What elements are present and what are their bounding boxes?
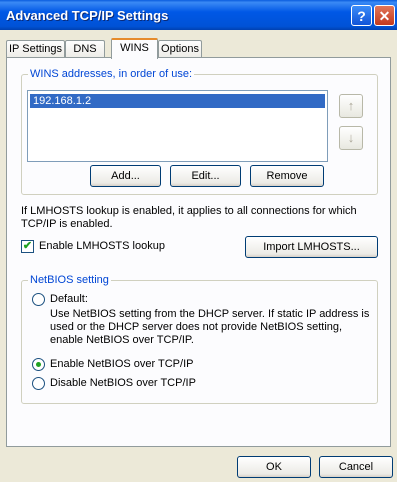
tab-dns[interactable]: DNS xyxy=(65,40,105,58)
enable-lmhosts-label[interactable]: Enable LMHOSTS lookup xyxy=(39,240,165,253)
tab-ip-settings[interactable]: IP Settings xyxy=(6,40,65,58)
add-button[interactable]: Add... xyxy=(90,165,161,187)
window-title: Advanced TCP/IP Settings xyxy=(6,8,169,23)
close-icon: ✕ xyxy=(378,8,391,24)
enable-netbios-radio[interactable] xyxy=(32,358,45,371)
up-arrow-icon: ↑ xyxy=(347,98,355,113)
disable-netbios-label[interactable]: Disable NetBIOS over TCP/IP xyxy=(50,377,196,390)
lmhosts-info-text: If LMHOSTS lookup is enabled, it applies… xyxy=(21,205,357,230)
advanced-tcpip-dialog: Advanced TCP/IP Settings ? ✕ IP Settings… xyxy=(0,0,397,482)
ok-button[interactable]: OK xyxy=(237,456,311,478)
netbios-default-description: Use NetBIOS setting from the DHCP server… xyxy=(50,308,370,346)
list-item[interactable]: 192.168.1.2 xyxy=(30,94,325,108)
help-button[interactable]: ? xyxy=(351,5,372,26)
close-button[interactable]: ✕ xyxy=(374,5,395,26)
netbios-default-label[interactable]: Default: xyxy=(50,293,88,306)
cancel-button[interactable]: Cancel xyxy=(319,456,393,478)
enable-netbios-label[interactable]: Enable NetBIOS over TCP/IP xyxy=(50,358,193,371)
import-lmhosts-button[interactable]: Import LMHOSTS... xyxy=(245,236,378,258)
down-arrow-icon: ↓ xyxy=(347,130,355,145)
move-down-button[interactable]: ↓ xyxy=(339,126,363,150)
enable-lmhosts-checkbox[interactable]: ✔ xyxy=(21,240,34,253)
tab-wins[interactable]: WINS xyxy=(111,38,158,59)
help-icon: ? xyxy=(357,8,366,24)
title-bar[interactable]: Advanced TCP/IP Settings ? ✕ xyxy=(0,0,397,30)
netbios-default-radio[interactable] xyxy=(32,293,45,306)
remove-button[interactable]: Remove xyxy=(250,165,324,187)
netbios-setting-label: NetBIOS setting xyxy=(30,274,109,286)
edit-button[interactable]: Edit... xyxy=(170,165,241,187)
move-up-button[interactable]: ↑ xyxy=(339,94,363,118)
disable-netbios-radio[interactable] xyxy=(32,377,45,390)
wins-addresses-label: WINS addresses, in order of use: xyxy=(30,68,193,80)
wins-address-list[interactable]: 192.168.1.2 xyxy=(27,90,328,162)
tab-options[interactable]: Options xyxy=(158,40,202,58)
